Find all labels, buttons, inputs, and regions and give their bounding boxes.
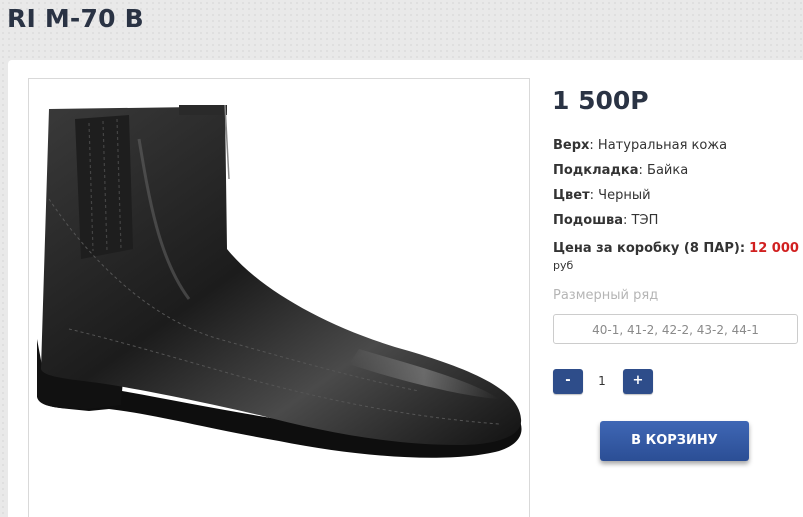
box-price-currency: руб [553,259,574,272]
product-title: RI M-70 B [7,4,144,33]
spec-lining: Подкладка: Байка [553,161,727,186]
quantity-decrease-button[interactable]: - [553,369,583,394]
spec-upper: Верх: Натуральная кожа [553,136,727,161]
spec-value: : ТЭП [623,213,659,228]
spec-color: Цвет: Черный [553,186,727,211]
spec-label: Подкладка [553,163,639,178]
spec-label: Цвет [553,188,590,203]
box-price-label: Цена за коробку (8 ПАР): [553,241,746,256]
size-select[interactable]: 40-1, 41-2, 42-2, 43-2, 44-1 [553,314,798,344]
add-to-cart-button[interactable]: В КОРЗИНУ [600,421,749,461]
product-photo[interactable] [28,78,530,517]
quantity-input[interactable]: 1 [588,369,616,394]
spec-sole: Подошва: ТЭП [553,211,727,236]
spec-value: : Натуральная кожа [589,138,728,153]
spec-label: Верх [553,138,590,153]
box-price: Цена за коробку (8 ПАР): 12 000 [553,240,799,258]
product-price: 1 500Р [552,86,649,115]
product-specs: Верх: Натуральная кожа Подкладка: Байка … [553,136,727,236]
box-price-value: 12 000 [749,241,799,256]
spec-label: Подошва [553,213,624,228]
spec-value: : Байка [638,163,689,178]
boot-image [37,104,522,458]
quantity-increase-button[interactable]: + [623,369,653,394]
size-label: Размерный ряд [553,288,659,303]
spec-value: : Черный [589,188,651,203]
